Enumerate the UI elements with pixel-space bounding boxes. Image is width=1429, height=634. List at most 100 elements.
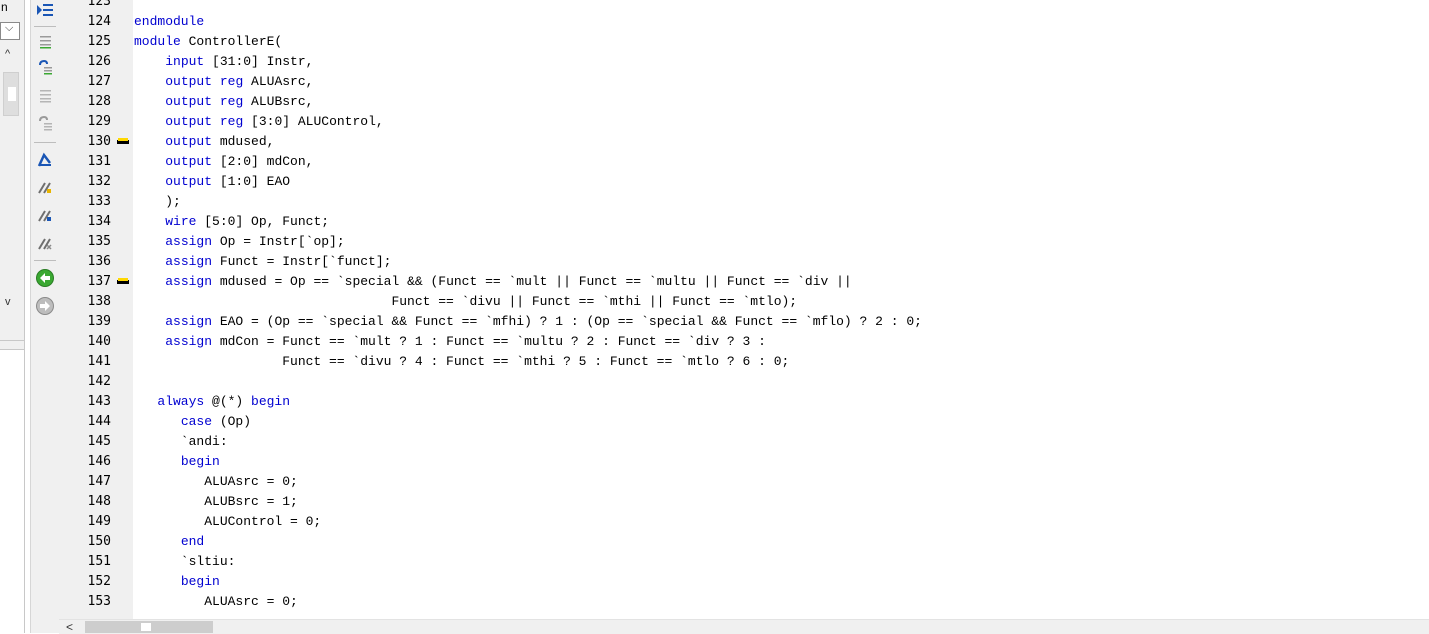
horizontal-scrollbar-thumb[interactable] [85,621,213,633]
code-line[interactable]: 136 assign Funct = Instr[`funct]; [59,252,1429,272]
code-text: output [2:0] mdCon, [134,152,313,172]
scroll-down-arrow-icon[interactable]: v [5,296,11,308]
code-line[interactable]: 143 always @(*) begin [59,392,1429,412]
code-line[interactable]: 153 ALUAsrc = 0; [59,592,1429,612]
bookmark-marker-icon[interactable] [117,138,129,144]
code-token: [5:0] Op, Funct; [196,214,330,229]
code-line[interactable]: 151 `sltiu: [59,552,1429,572]
line-number: 131 [87,154,111,169]
line-number: 146 [87,454,111,469]
next-bookmark-icon[interactable] [35,206,55,226]
line-number: 149 [87,514,111,529]
line-number: 129 [87,114,111,129]
code-line[interactable]: 129 output reg [3:0] ALUControl, [59,112,1429,132]
line-number: 152 [87,574,111,589]
code-line[interactable]: 131 output [2:0] mdCon, [59,152,1429,172]
code-text: module ControllerE( [134,32,282,52]
code-text: output reg [3:0] ALUControl, [134,112,383,132]
clear-bookmarks-icon[interactable] [35,234,55,254]
code-text: ); [134,192,181,212]
code-token: @(*) [204,394,252,409]
code-text: output reg ALUBsrc, [134,92,313,112]
code-line[interactable]: 124 endmodule [59,12,1429,32]
code-text: Funct == `divu ? 4 : Funct == `mthi ? 5 … [134,352,789,372]
code-line[interactable]: 145 `andi: [59,432,1429,452]
code-token: Funct == `divu ? 4 : Funct == `mthi ? 5 … [134,354,790,369]
code-text: wire [5:0] Op, Funct; [134,212,329,232]
code-text: output mdused, [134,132,274,152]
line-number: 133 [87,194,111,209]
code-line[interactable]: 128 output reg ALUBsrc, [59,92,1429,112]
code-line[interactable]: 141 Funct == `divu ? 4 : Funct == `mthi … [59,352,1429,372]
code-keyword: begin [180,574,220,589]
code-line[interactable]: 125 module ControllerE( [59,32,1429,52]
code-token: mdCon = Funct == `mult ? 1 : Funct == `m… [212,334,766,349]
code-token: [1:0] EAO [212,174,291,189]
code-text: begin [134,452,220,472]
line-number: 147 [87,474,111,489]
bookmark-marker-icon[interactable] [117,278,129,284]
go-back-icon[interactable] [35,268,55,288]
scroll-up-arrow-icon[interactable]: ^ [5,48,10,60]
line-number: 142 [87,374,111,389]
code-line[interactable]: 123 [59,0,1429,12]
code-line[interactable]: 142 [59,372,1429,392]
code-line[interactable]: 127 output reg ALUAsrc, [59,72,1429,92]
code-token: (Op) [212,414,252,429]
line-number: 144 [87,414,111,429]
code-line[interactable]: 130 output mdused, [59,132,1429,152]
line-number: 150 [87,534,111,549]
code-token: Op = Instr[`op]; [212,234,345,249]
code-line[interactable]: 140 assign mdCon = Funct == `mult ? 1 : … [59,332,1429,352]
code-keyword: case [180,414,213,429]
left-panel-dropdown[interactable]: ⌵ [0,22,20,40]
scroll-left-arrow-icon[interactable]: < [66,620,73,634]
undo-comment-icon[interactable] [35,58,55,78]
code-line[interactable]: 148 ALUBsrc = 1; [59,492,1429,512]
unindent-icon[interactable] [35,86,55,106]
uncomment-icon[interactable] [35,114,55,134]
code-line[interactable]: 133 ); [59,192,1429,212]
toggle-bookmark-icon[interactable] [35,178,55,198]
bookmark-pen-icon[interactable] [35,150,55,170]
run-to-line-icon[interactable] [35,0,55,20]
code-line[interactable]: 150 end [59,532,1429,552]
code-line[interactable]: 146 begin [59,452,1429,472]
code-line[interactable]: 134 wire [5:0] Op, Funct; [59,212,1429,232]
left-panel-text: n [1,0,8,14]
code-keyword: output [165,174,213,189]
code-token: [31:0] Instr, [204,54,314,69]
line-number: 125 [87,34,111,49]
code-editor[interactable]: 123 124 endmodule 125 module ControllerE(126… [59,0,1429,619]
code-line[interactable]: 147 ALUAsrc = 0; [59,472,1429,492]
horizontal-scrollbar[interactable]: < [59,619,1429,634]
line-number: 138 [87,294,111,309]
code-text: ALUAsrc = 0; [134,592,298,612]
left-panel-scrollbar-thumb[interactable] [3,72,19,116]
code-text: assign Funct = Instr[`funct]; [134,252,391,272]
line-number: 127 [87,74,111,89]
code-text: always @(*) begin [134,392,290,412]
code-keyword: output [165,94,213,109]
indent-icon[interactable] [35,32,55,52]
code-keyword: output [165,74,213,89]
code-line[interactable]: 132 output [1:0] EAO [59,172,1429,192]
code-line[interactable]: 139 assign EAO = (Op == `special && Func… [59,312,1429,332]
go-forward-icon[interactable] [35,296,55,316]
code-line[interactable]: 144 case (Op) [59,412,1429,432]
code-token: ALUBsrc = 1; [134,494,298,509]
code-line[interactable]: 152 begin [59,572,1429,592]
code-line[interactable]: 135 assign Op = Instr[`op]; [59,232,1429,252]
code-token: EAO = (Op == `special && Funct == `mfhi)… [212,314,922,329]
code-line[interactable]: 149 ALUControl = 0; [59,512,1429,532]
code-keyword: output [165,154,213,169]
code-token: ALUAsrc = 0; [134,594,298,609]
code-line[interactable]: 126 input [31:0] Instr, [59,52,1429,72]
code-line[interactable]: 137 assign mdused = Op == `special && (F… [59,272,1429,292]
code-line[interactable]: 138 Funct == `divu || Funct == `mthi || … [59,292,1429,312]
